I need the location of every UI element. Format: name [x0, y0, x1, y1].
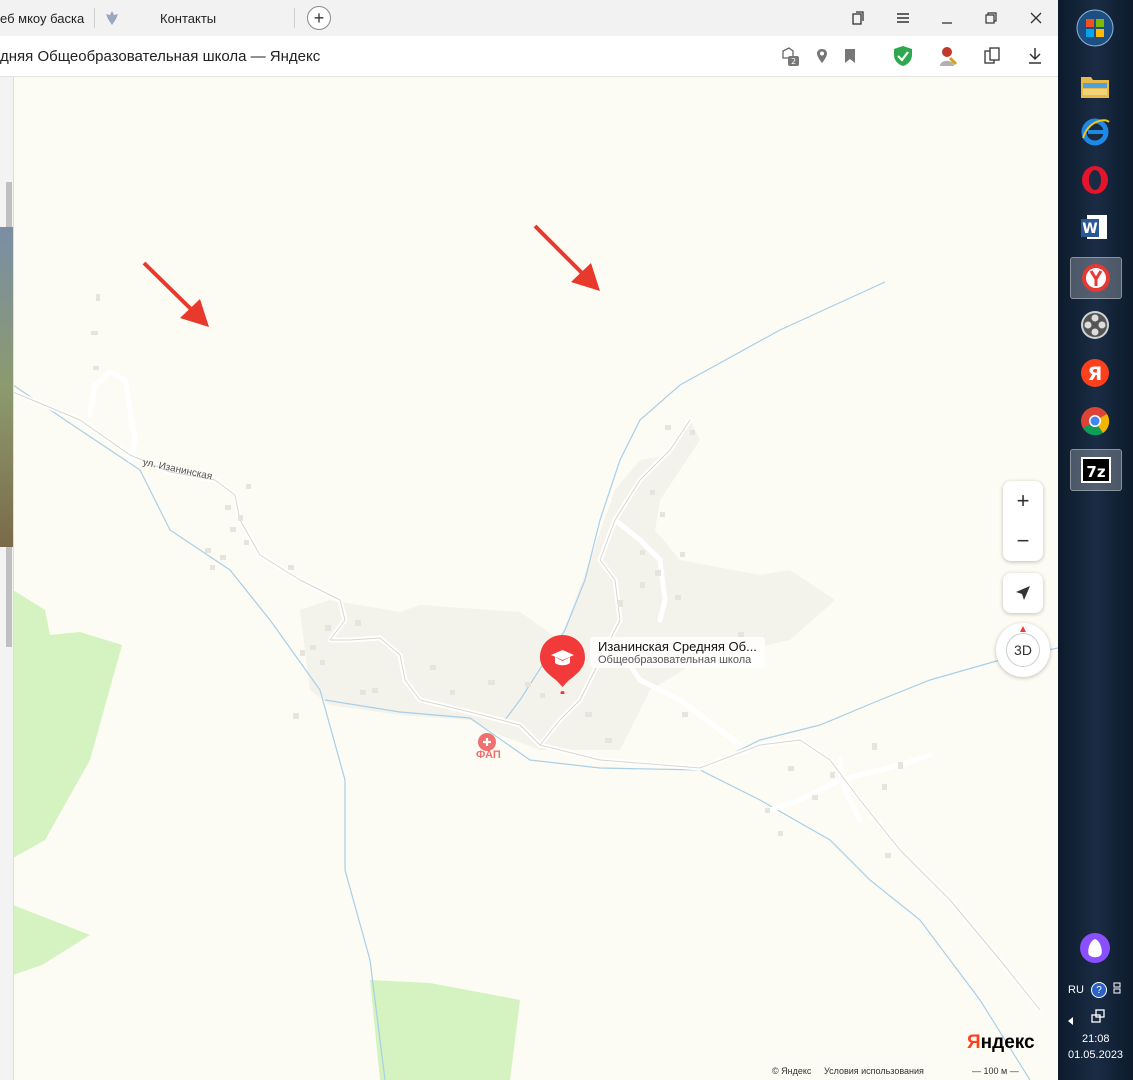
- minimize-button[interactable]: [935, 6, 959, 30]
- media-player-icon[interactable]: [1070, 305, 1120, 345]
- explorer-icon[interactable]: [1070, 66, 1120, 106]
- windows-taskbar: W Я 7z RU ? 21:08 01.05.2023: [1058, 0, 1133, 1080]
- menu-icon[interactable]: [891, 6, 915, 30]
- tab-contacts[interactable]: Контакты: [104, 0, 289, 36]
- page-title: дняя Общеобразовательная школа — Яндекс: [0, 48, 321, 65]
- notes-icon[interactable]: [980, 44, 1004, 68]
- marker-label[interactable]: Изанинская Средняя Об... Общеобразовател…: [590, 637, 765, 668]
- forest-area: [13, 590, 122, 858]
- restore-button[interactable]: [979, 6, 1003, 30]
- address-bar[interactable]: дняя Общеобразовательная школа — Яндекс …: [0, 36, 1058, 77]
- network-icon[interactable]: [1090, 1008, 1106, 1029]
- tray-expand-icon[interactable]: [1068, 1012, 1074, 1030]
- marker-subtitle: Общеобразовательная школа: [598, 654, 752, 666]
- forest-area: [370, 980, 520, 1080]
- tab-mkou[interactable]: еб мкоу баска: [0, 0, 90, 36]
- clock-time[interactable]: 21:08: [1082, 1033, 1110, 1045]
- emblem-icon: [104, 10, 120, 26]
- bookmark-icon[interactable]: [838, 44, 862, 68]
- fap-label[interactable]: ФАП: [476, 749, 501, 761]
- close-button[interactable]: [1024, 6, 1048, 30]
- scale-label: 100 м: [983, 1066, 1008, 1076]
- language-indicator[interactable]: RU: [1068, 984, 1084, 996]
- yandex-icon[interactable]: Я: [1070, 353, 1120, 393]
- school-marker[interactable]: [539, 634, 586, 695]
- svg-text:W: W: [1082, 221, 1097, 237]
- help-icon[interactable]: ?: [1091, 982, 1107, 998]
- word-icon[interactable]: W: [1070, 207, 1120, 247]
- navigation-arrow-icon: [1016, 586, 1030, 600]
- tabs-counter-icon[interactable]: 2: [778, 44, 802, 68]
- yandex-browser-icon[interactable]: [1070, 257, 1122, 299]
- map-canvas[interactable]: ул. Изанинская ФАП Изанинская Средняя Об…: [0, 77, 1058, 1080]
- chrome-icon[interactable]: [1070, 401, 1120, 441]
- download-icon[interactable]: [1023, 44, 1047, 68]
- panel-photo: [0, 227, 13, 547]
- location-pin-icon[interactable]: [810, 44, 834, 68]
- zoom-in-button[interactable]: +: [1003, 481, 1043, 521]
- browser-window: еб мкоу баска Контакты + дняя Общеобразо…: [0, 0, 1058, 1080]
- yandex-logo[interactable]: Яндекс: [967, 1032, 1035, 1054]
- settlement-area: [300, 420, 835, 750]
- start-button[interactable]: [1070, 8, 1120, 48]
- tray-options-icon[interactable]: [1113, 981, 1121, 994]
- tab-separator: [294, 8, 295, 28]
- tab-bar: еб мкоу баска Контакты +: [0, 0, 1058, 36]
- svg-text:Я: Я: [1088, 363, 1103, 385]
- scale-bar: — 100 м —: [972, 1066, 1019, 1076]
- side-panel-edge[interactable]: [0, 77, 14, 1080]
- protect-shield-icon[interactable]: [891, 44, 915, 68]
- collections-icon[interactable]: [846, 6, 870, 30]
- annotation-arrows: [142, 224, 600, 327]
- ie-icon[interactable]: [1070, 112, 1120, 152]
- opera-icon[interactable]: [1070, 160, 1120, 200]
- extension-icon[interactable]: [935, 44, 959, 68]
- 7zip-icon[interactable]: 7z: [1070, 449, 1122, 491]
- compass-north-icon: [1020, 626, 1026, 632]
- map-graphics: [10, 224, 1058, 1080]
- svg-text:7z: 7z: [1086, 463, 1105, 481]
- terms-link[interactable]: Условия использования: [824, 1066, 924, 1076]
- clock-date[interactable]: 01.05.2023: [1068, 1049, 1123, 1061]
- forest-area: [13, 905, 90, 975]
- mode-3d-label: 3D: [1006, 633, 1040, 667]
- svg-text:2: 2: [791, 57, 796, 66]
- copyright-text[interactable]: © Яндекс: [772, 1066, 811, 1076]
- tab-separator: [94, 8, 95, 28]
- plus-icon: +: [313, 8, 325, 28]
- geolocation-button[interactable]: [1003, 573, 1043, 613]
- alice-icon[interactable]: [1070, 928, 1120, 968]
- compass-3d-button[interactable]: 3D: [996, 623, 1050, 677]
- zoom-out-button[interactable]: −: [1003, 521, 1043, 561]
- marker-title: Изанинская Средняя Об...: [598, 639, 757, 654]
- zoom-control: + −: [1003, 481, 1043, 561]
- tab-label: еб мкоу баска: [0, 10, 85, 26]
- new-tab-button[interactable]: +: [307, 6, 331, 30]
- tab-label: Контакты: [160, 10, 217, 26]
